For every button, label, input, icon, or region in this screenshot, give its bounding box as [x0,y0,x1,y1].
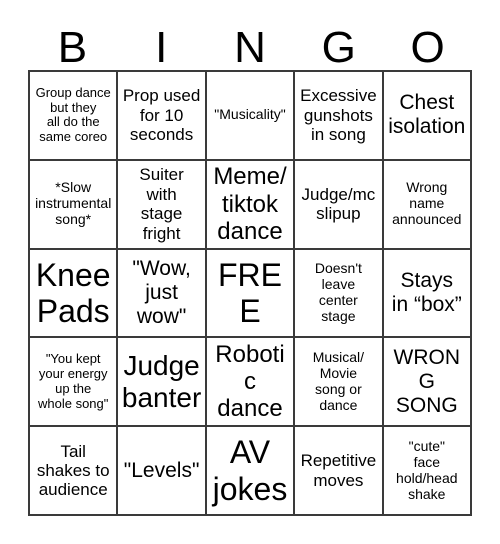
bingo-cell-r1c3[interactable]: "Musicality" [206,72,296,161]
bingo-cell-label: "cute" face hold/head shake [396,437,458,502]
bingo-cell-label: "You kept your energy up the whole song" [38,351,109,411]
bingo-cell-label: Judge/mc slipup [301,184,376,224]
bingo-header-letter-o: O [410,23,445,72]
bingo-cell-r5c3[interactable]: AV jokes [206,427,296,516]
bingo-cell-label: FREE [217,256,282,329]
bingo-cell-label: Excessive gunshots in song [300,86,377,145]
bingo-cell-label: WRONG SONG [393,345,461,417]
bingo-cell-label: Musical/ Movie song or dance [312,348,365,413]
bingo-cell-r2c1[interactable]: *Slow instrumental song* [30,160,119,250]
bingo-cell-label: AV jokes [212,434,288,507]
bingo-cell-label: Prop used for 10 seconds [122,86,201,145]
bingo-cell-label: "Wow, just wow" [132,257,191,328]
bingo-cell-label: Judge banter [121,349,202,413]
bingo-cell-label: Knee Pads [35,256,111,329]
bingo-cell-label: *Slow instrumental song* [35,179,112,228]
bingo-cell-r3c3[interactable]: FREE [206,249,296,339]
bingo-cell-label: Tail shakes to audience [36,441,110,500]
bingo-cell-r1c2[interactable]: Prop used for 10 seconds [118,72,207,161]
bingo-cell-r4c1[interactable]: "You kept your energy up the whole song" [30,338,119,428]
bingo-header-letter-b: B [57,23,88,72]
bingo-cell-label: Wrong name announced [392,179,462,228]
bingo-cell-r4c3[interactable]: Robotic dance [206,338,296,428]
bingo-header-letter-n: N [234,23,266,72]
bingo-cell-r4c5[interactable]: WRONG SONG [383,338,472,428]
bingo-cell-r4c2[interactable]: Judge banter [118,338,207,428]
bingo-cell-label: "Levels" [123,458,200,482]
bingo-cell-r3c4[interactable]: Doesn't leave center stage [295,249,384,339]
bingo-cell-label: Doesn't leave center stage [314,260,362,324]
bingo-cell-r5c4[interactable]: Repetitive moves [295,427,384,516]
bingo-cell-label: "Musicality" [214,106,286,123]
bingo-cell-r1c5[interactable]: Chest isolation [383,72,472,161]
bingo-cell-r2c5[interactable]: Wrong name announced [383,160,472,250]
bingo-cell-label: Suiter with stage fright [139,165,184,243]
bingo-cell-r3c5[interactable]: Stays in “box” [383,249,472,339]
bingo-cell-label: Repetitive moves [300,451,377,490]
bingo-cell-label: Meme/ tiktok dance [213,163,287,245]
bingo-cell-r4c4[interactable]: Musical/ Movie song or dance [295,338,384,428]
bingo-cell-r5c1[interactable]: Tail shakes to audience [30,427,119,516]
bingo-cell-r1c1[interactable]: Group dance but they all do the same cor… [30,72,119,161]
bingo-grid: Group dance but they all do the same cor… [28,70,472,516]
bingo-header: BINGO [28,18,472,70]
bingo-cell-label: Robotic dance [215,340,285,423]
bingo-cell-label: Chest isolation [388,91,466,139]
bingo-cell-label: Stays in “box” [391,269,462,316]
bingo-cell-label: Group dance but they all do the same cor… [35,84,111,145]
bingo-cell-r5c5[interactable]: "cute" face hold/head shake [383,427,472,516]
bingo-cell-r3c2[interactable]: "Wow, just wow" [118,249,207,339]
bingo-cell-r5c2[interactable]: "Levels" [118,427,207,516]
bingo-cell-r3c1[interactable]: Knee Pads [30,249,119,339]
bingo-card: B I N G O Group dance but they all do the sa… [0,0,500,544]
bingo-header-letter-g: G [321,23,356,72]
bingo-header-letter-i: I [155,23,168,72]
bingo-cell-r2c4[interactable]: Judge/mc slipup [295,160,384,250]
bingo-cell-r2c2[interactable]: Suiter with stage fright [118,160,207,250]
bingo-cell-r1c4[interactable]: Excessive gunshots in song [295,72,384,161]
bingo-cell-r2c3[interactable]: Meme/ tiktok dance [206,160,296,250]
